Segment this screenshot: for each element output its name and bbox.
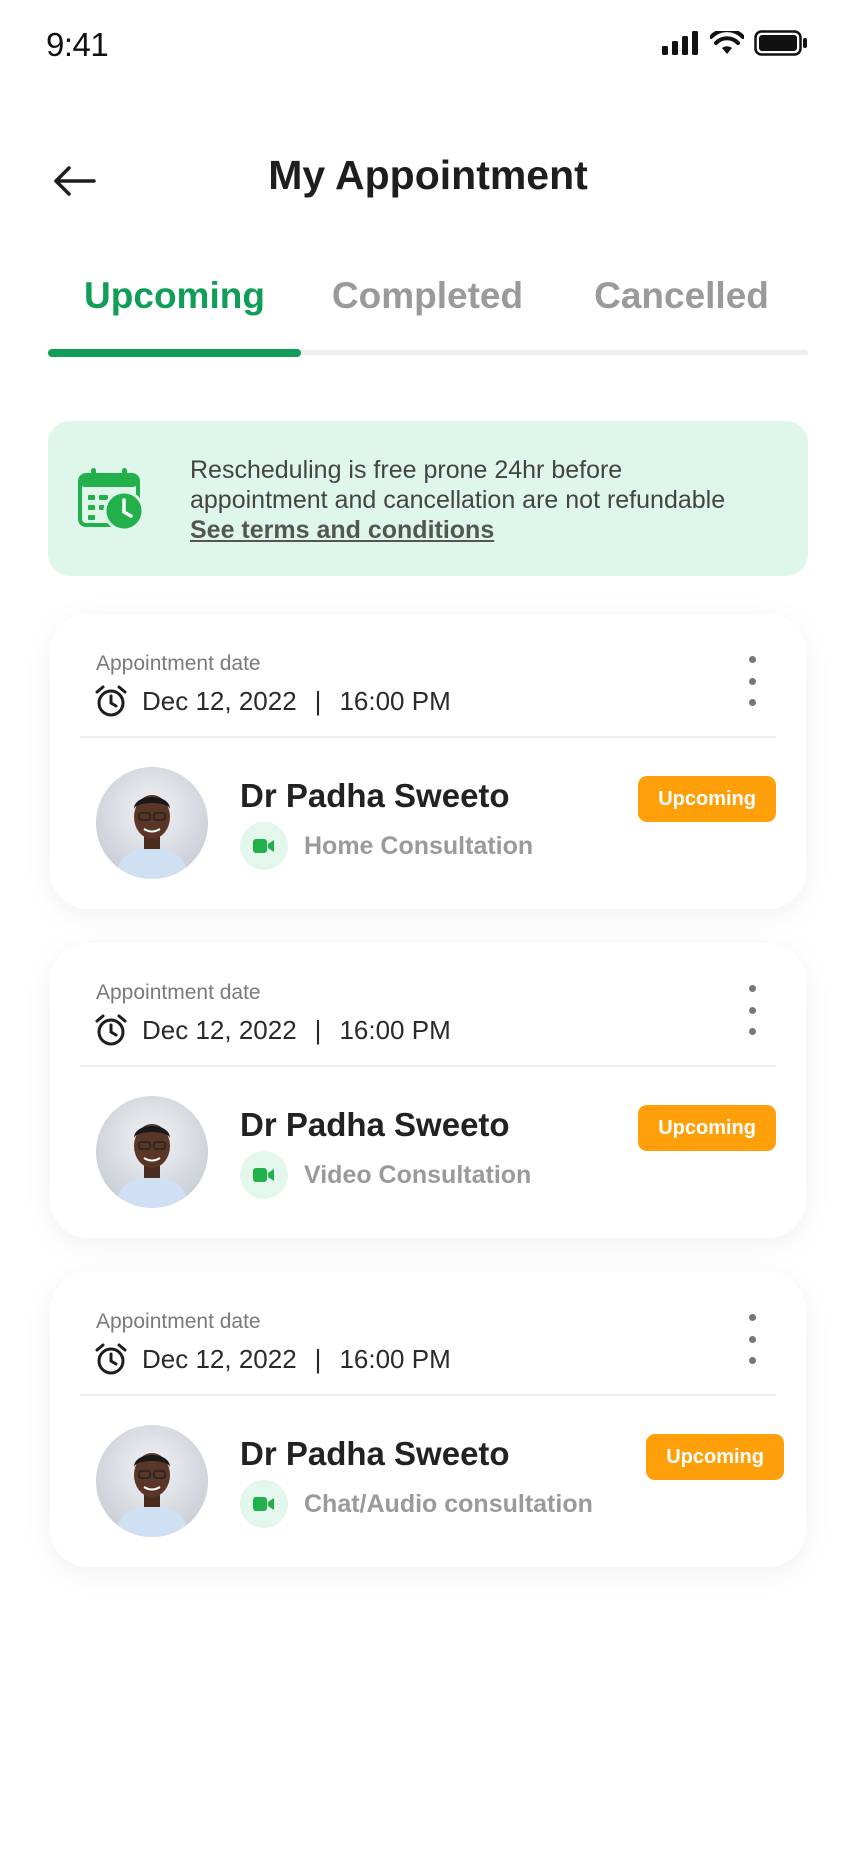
appointment-card[interactable]: Appointment date Dec 12, 2022 | 16:00 PM… [50, 943, 806, 1238]
consultation-type: Video Consultation [240, 1151, 531, 1199]
doctor-avatar [96, 1425, 208, 1537]
tab-bar: Upcoming Completed Cancelled [48, 275, 808, 365]
doctor-avatar [96, 767, 208, 879]
doctor-name: Dr Padha Sweeto [240, 1435, 510, 1472]
reschedule-notice: Rescheduling is free prone 24hr before a… [48, 421, 808, 576]
notice-line-2: appointment and cancellation are not ref… [190, 486, 726, 514]
tab-cancelled[interactable]: Cancelled [555, 275, 808, 317]
consultation-label: Video Consultation [304, 1160, 532, 1189]
more-options-button[interactable] [740, 656, 764, 706]
alarm-clock-icon [95, 1014, 127, 1046]
page-title: My Appointment [268, 152, 588, 198]
tab-active-indicator [48, 349, 301, 357]
tab-upcoming[interactable]: Upcoming [48, 275, 301, 317]
appointment-datetime: Dec 12, 2022 | 16:00 PM [94, 684, 451, 718]
appointment-datetime: Dec 12, 2022 | 16:00 PM [94, 1013, 451, 1047]
doctor-name: Dr Padha Sweeto [240, 777, 510, 814]
status-badge: Upcoming [638, 776, 776, 822]
tab-completed[interactable]: Completed [301, 275, 554, 317]
notice-text: Rescheduling is free prone 24hr before a… [190, 455, 790, 545]
date-time-separator: | [314, 1014, 322, 1045]
appointment-datetime: Dec 12, 2022 | 16:00 PM [94, 1342, 451, 1376]
doctor-name: Dr Padha Sweeto [240, 1106, 510, 1143]
status-time: 9:41 [46, 26, 109, 63]
consultation-type: Chat/Audio consultation [240, 1480, 593, 1528]
appointment-time: 16:00 PM [339, 1343, 451, 1374]
battery-icon [754, 30, 807, 56]
appointment-time: 16:00 PM [339, 685, 451, 716]
appointment-date-label: Appointment date [96, 652, 261, 675]
video-camera-icon [240, 1151, 288, 1199]
more-options-button[interactable] [740, 985, 764, 1035]
consultation-type: Home Consultation [240, 822, 533, 870]
card-divider [80, 736, 776, 738]
appointment-date-label: Appointment date [96, 1310, 261, 1333]
terms-link[interactable]: See terms and conditions [190, 515, 494, 545]
video-camera-icon [240, 822, 288, 870]
date-time-separator: | [314, 1343, 322, 1374]
more-options-button[interactable] [740, 1314, 764, 1364]
doctor-avatar [96, 1096, 208, 1208]
signal-icon [662, 31, 698, 55]
card-divider [80, 1394, 776, 1396]
appointment-date-label: Appointment date [96, 981, 261, 1004]
status-badge: Upcoming [638, 1105, 776, 1151]
calendar-clock-icon [78, 468, 144, 531]
appointment-date: Dec 12, 2022 [142, 685, 297, 716]
appointment-card[interactable]: Appointment date Dec 12, 2022 | 16:00 PM… [50, 614, 806, 909]
status-icons [662, 30, 808, 56]
notice-line-1: Rescheduling is free prone 24hr before [190, 456, 623, 484]
status-badge: Upcoming [646, 1434, 784, 1480]
appointment-time: 16:00 PM [339, 1014, 451, 1045]
date-time-separator: | [314, 685, 322, 716]
appointment-card[interactable]: Appointment date Dec 12, 2022 | 16:00 PM… [50, 1272, 806, 1567]
wifi-icon [710, 31, 744, 54]
card-divider [80, 1065, 776, 1067]
consultation-label: Chat/Audio consultation [304, 1489, 593, 1518]
video-camera-icon [240, 1480, 288, 1528]
appointment-date: Dec 12, 2022 [142, 1014, 297, 1045]
alarm-clock-icon [95, 685, 127, 717]
appointment-date: Dec 12, 2022 [142, 1343, 297, 1374]
alarm-clock-icon [95, 1343, 127, 1375]
consultation-label: Home Consultation [304, 831, 534, 860]
